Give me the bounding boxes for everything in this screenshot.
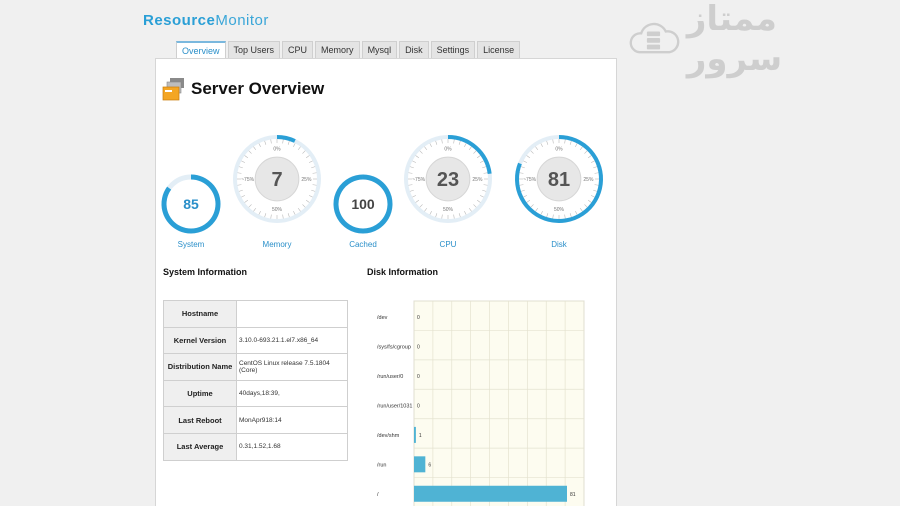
gauge-value: 85 [183, 196, 199, 212]
brand-logo: ResourceMonitor [143, 12, 269, 29]
system-info-table: Hostname Kernel Version 3.10.0-693.21.1.el… [163, 300, 348, 461]
chart-bar [414, 485, 567, 502]
memory-gauge: 0% 25% 50% ~75% 7 [233, 135, 321, 223]
info-value: CentOS Linux release 7.5.1804 (Core) [236, 353, 348, 381]
info-key: Kernel Version [163, 326, 237, 355]
nav-tabs: Overview Top Users CPU Memory Mysql Disk Setti… [176, 41, 521, 58]
gauge-tick-label: ~75% [241, 177, 254, 183]
chart-data-label: 81 [570, 492, 576, 498]
overview-panel: Server Overview 85 System 0% 25% 50% ~75% 7 Mem… [155, 58, 617, 506]
tab-top-users[interactable]: Top Users [227, 41, 281, 58]
server-cloud-icon [629, 22, 680, 54]
brand-part1: Resource [143, 12, 216, 29]
info-value: MonApr918:14 [236, 406, 348, 434]
chart-data-label: 0 [417, 403, 420, 409]
gauge-label-cached: Cached [349, 240, 377, 249]
server-overview-icon [162, 78, 184, 101]
gauge-tick-label: ~75% [412, 177, 425, 183]
chart-category-label: /dev/shm [377, 433, 400, 439]
gauge-label-cpu: CPU [439, 240, 457, 249]
table-row: Hostname [163, 300, 348, 328]
info-key: Distribution Name [163, 353, 237, 381]
chart-category-label: /run/user/1031 [377, 403, 412, 409]
gauge-tick-label: 50% [443, 207, 454, 213]
chart-category-label: /run/user/0 [377, 374, 403, 380]
gauge-value: 23 [437, 169, 459, 191]
info-key: Last Reboot [163, 406, 237, 434]
gauge-value: 100 [351, 196, 375, 212]
brand-part2: Monitor [215, 12, 269, 29]
table-row: Last Reboot MonApr918:14 [163, 406, 348, 434]
info-key: Last Average [163, 432, 237, 461]
cpu-gauge: 0% 25% 50% ~75% 23 [404, 135, 492, 223]
gauge-tick-label: 0% [444, 146, 452, 152]
cached-gauge: 100 [333, 174, 393, 234]
tab-overview[interactable]: Overview [176, 41, 226, 58]
info-value: 0.31,1.52,1.68 [236, 432, 348, 461]
watermark-text: ممتاز سرور [686, 0, 783, 79]
info-key: Hostname [163, 300, 237, 328]
chart-data-label: 0 [417, 345, 420, 351]
table-row: Distribution Name CentOS Linux release 7.… [163, 353, 348, 381]
tab-cpu[interactable]: CPU [282, 41, 314, 58]
resource-monitor-app: ResourceMonitor ممتاز سرور Overview Top U… [0, 0, 900, 506]
info-value: 40days,18:39, [236, 379, 348, 408]
chart-category-label: /dev [377, 315, 388, 321]
gauge-label-disk: Disk [551, 240, 567, 249]
gauge-tick-label: 0% [555, 146, 563, 152]
gauge-label-memory: Memory [262, 240, 292, 249]
page-title: Server Overview [191, 79, 325, 98]
gauge-label-system: System [177, 240, 205, 249]
tab-license[interactable]: License [477, 41, 521, 58]
system-info-title: System Information [163, 267, 248, 277]
chart-plot-area [413, 300, 585, 506]
disk-gauge: 0% 25% 50% ~75% 81 [515, 135, 603, 223]
chart-data-label: 6 [428, 462, 431, 468]
chart-bar [414, 456, 426, 473]
watermark: ممتاز سرور [628, 0, 873, 79]
chart-bar [414, 426, 416, 443]
disk-info-title: Disk Information [367, 267, 439, 277]
gauge-tick-label: 25% [301, 177, 312, 183]
chart-category-label: /sys/fs/cgroup [377, 345, 411, 351]
tab-mysql[interactable]: Mysql [361, 41, 398, 58]
info-value [236, 300, 348, 328]
chart-data-label: 1 [419, 433, 422, 439]
gauge-value: 7 [271, 169, 282, 191]
gauge-tick-label: 25% [472, 177, 483, 183]
chart-category-label: /run [377, 462, 386, 468]
disk-usage-chart: 0102030405060708090/dev0/sys/fs/cgroup0/… [377, 300, 585, 506]
table-row: Uptime 40days,18:39, [163, 379, 348, 408]
table-row: Last Average 0.31,1.52,1.68 [163, 432, 348, 461]
gauge-tick-label: ~75% [523, 177, 536, 183]
info-key: Uptime [163, 379, 237, 408]
info-value: 3.10.0-693.21.1.el7.x86_64 [236, 326, 348, 355]
gauge-tick-label: 50% [554, 207, 565, 213]
page-title-row: Server Overview [162, 77, 324, 101]
table-row: Kernel Version 3.10.0-693.21.1.el7.x86_64 [163, 326, 348, 355]
tab-settings[interactable]: Settings [430, 41, 476, 58]
gauge-tick-label: 25% [583, 177, 594, 183]
gauge-value: 81 [548, 169, 570, 191]
chart-category-label: / [377, 492, 379, 498]
gauge-tick-label: 50% [272, 207, 283, 213]
tab-disk[interactable]: Disk [399, 41, 429, 58]
system-gauge: 85 [161, 174, 221, 234]
chart-data-label: 0 [417, 315, 420, 321]
gauge-tick-label: 0% [273, 146, 281, 152]
tab-memory[interactable]: Memory [315, 41, 360, 58]
chart-data-label: 0 [417, 374, 420, 380]
